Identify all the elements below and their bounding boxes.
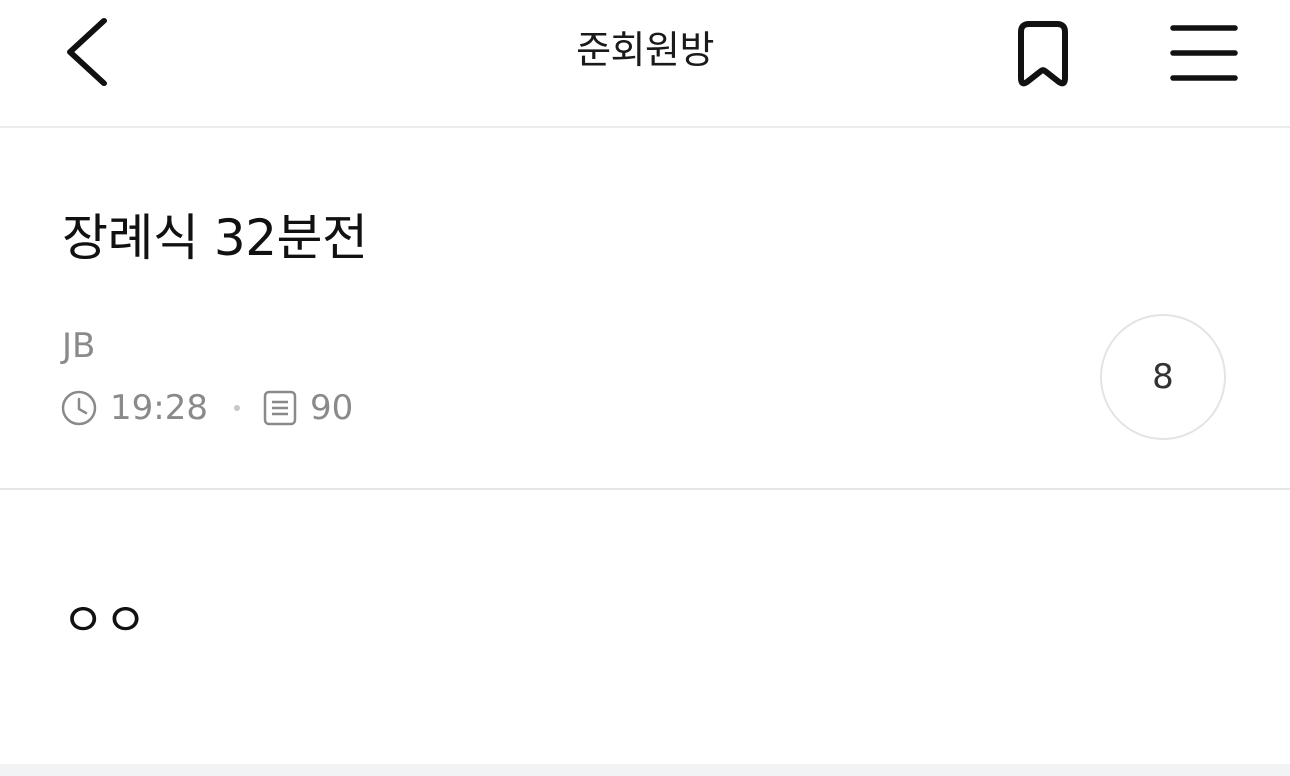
comment-count-button[interactable]: 8 xyxy=(1100,314,1226,440)
document-icon xyxy=(262,389,298,427)
post-header: 장례식 32분전 JB 19:28 90 8 xyxy=(0,128,1290,490)
post-meta: 19:28 90 xyxy=(60,384,353,432)
top-bar: 준회원방 xyxy=(0,0,1290,128)
post-body: ㅇㅇ xyxy=(62,593,147,647)
bottom-divider xyxy=(0,764,1290,776)
post-title: 장례식 32분전 xyxy=(62,209,368,267)
clock-icon xyxy=(60,389,98,427)
meta-separator xyxy=(233,405,240,411)
author-name[interactable]: JB xyxy=(62,322,95,370)
view-count: 90 xyxy=(309,388,354,428)
hamburger-menu-icon xyxy=(1170,25,1238,81)
bookmark-button[interactable] xyxy=(1004,14,1082,94)
menu-button[interactable] xyxy=(1162,14,1246,94)
comment-count-label: 8 xyxy=(1152,357,1174,397)
page-title: 준회원방 xyxy=(576,28,714,72)
post-view-screen: 준회원방 장례식 32분전 JB 19:28 90 8 ㅇㅇ xyxy=(0,0,1290,776)
post-time: 19:28 xyxy=(110,388,208,428)
bookmark-icon xyxy=(1018,21,1068,87)
